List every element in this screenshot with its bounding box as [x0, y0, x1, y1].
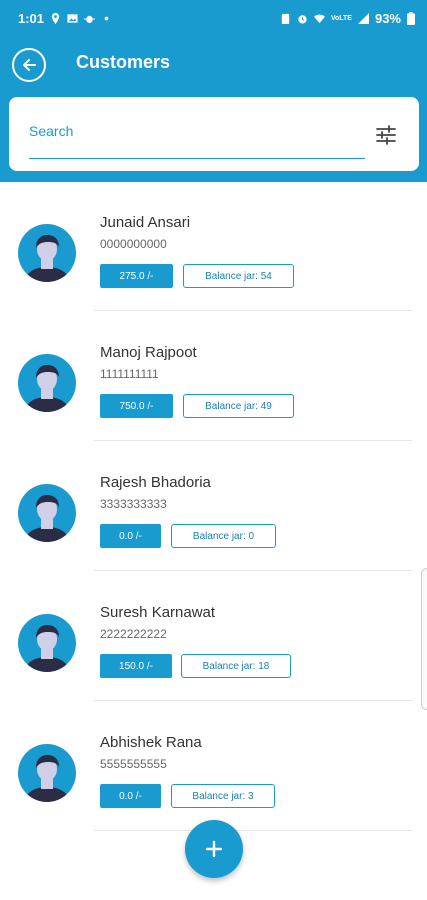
balance-jar-badge: Balance jar: 3 [171, 784, 275, 808]
battery-saver-icon [281, 13, 289, 24]
sliders-icon[interactable] [375, 124, 397, 146]
amount-badge: 750.0 /- [100, 394, 173, 418]
alarm-icon [298, 14, 307, 24]
battery-percent: 93% [374, 10, 401, 26]
customer-row[interactable]: Rajesh Bhadoria 3333333333 0.0 /- Balanc… [0, 442, 427, 572]
balance-jar-badge: Balance jar: 0 [171, 524, 276, 548]
location-icon [51, 12, 60, 24]
customer-name: Suresh Karnawat [100, 604, 216, 621]
avatar [18, 744, 76, 802]
add-customer-button[interactable] [185, 820, 243, 878]
customer-list: Junaid Ansari 0000000000 275.0 /- Balanc… [0, 182, 427, 832]
avatar [18, 484, 76, 542]
row-divider [94, 700, 412, 701]
person-icon [24, 365, 70, 412]
dot-icon [104, 16, 109, 20]
customer-phone: 5555555555 [100, 757, 167, 771]
customer-name: Junaid Ansari [100, 214, 191, 231]
battery-icon [407, 11, 415, 25]
scroll-edge-handle[interactable] [421, 568, 427, 710]
person-icon [24, 495, 70, 542]
amount-badge: 275.0 /- [100, 264, 173, 288]
customer-row[interactable]: Suresh Karnawat 2222222222 150.0 /- Bala… [0, 572, 427, 702]
customer-phone: 1111111111 [100, 367, 159, 381]
arrow-left-icon [23, 59, 36, 71]
customer-name: Abhishek Rana [100, 734, 202, 751]
status-left: 1:01 [18, 11, 112, 26]
avatar [18, 224, 76, 282]
amount-badge: 150.0 /- [100, 654, 172, 678]
customer-row[interactable]: Junaid Ansari 0000000000 275.0 /- Balanc… [0, 182, 427, 312]
row-divider [94, 310, 412, 311]
customer-name: Rajesh Bhadoria [100, 474, 211, 491]
customer-row[interactable]: Abhishek Rana 5555555555 0.0 /- Balance … [0, 702, 427, 832]
balance-jar-badge: Balance jar: 49 [183, 394, 294, 418]
person-icon [24, 235, 70, 282]
avatar [18, 614, 76, 672]
search-input[interactable] [29, 115, 365, 159]
wifi-icon [313, 14, 325, 23]
customer-phone: 0000000000 [100, 237, 167, 251]
row-divider [94, 440, 412, 441]
row-divider [94, 830, 412, 831]
amount-badge: 0.0 /- [100, 784, 161, 808]
amount-badge: 0.0 /- [100, 524, 161, 548]
plus-icon [205, 840, 223, 858]
status-right: VoLTE 93% [280, 11, 415, 26]
status-time: 1:01 [18, 10, 45, 26]
customer-name: Manoj Rajpoot [100, 344, 197, 361]
person-icon [24, 755, 70, 802]
lte-icon: VoLTE [330, 14, 352, 22]
customer-phone: 3333333333 [100, 497, 167, 511]
person-icon [24, 625, 70, 672]
app-bar: Customers [0, 36, 427, 182]
balance-jar-badge: Balance jar: 18 [181, 654, 291, 678]
bug-icon [84, 15, 96, 23]
avatar [18, 354, 76, 412]
back-button[interactable] [12, 48, 46, 82]
balance-jar-badge: Balance jar: 54 [183, 264, 294, 288]
signal-icon [357, 12, 369, 24]
customer-row[interactable]: Manoj Rajpoot 1111111111 750.0 /- Balanc… [0, 312, 427, 442]
customer-phone: 2222222222 [100, 627, 167, 641]
image-icon [67, 13, 78, 23]
search-card [9, 97, 419, 171]
status-bar: 1:01 VoLTE 93% [0, 0, 427, 36]
page-title: Customers [76, 52, 171, 72]
row-divider [94, 570, 412, 571]
